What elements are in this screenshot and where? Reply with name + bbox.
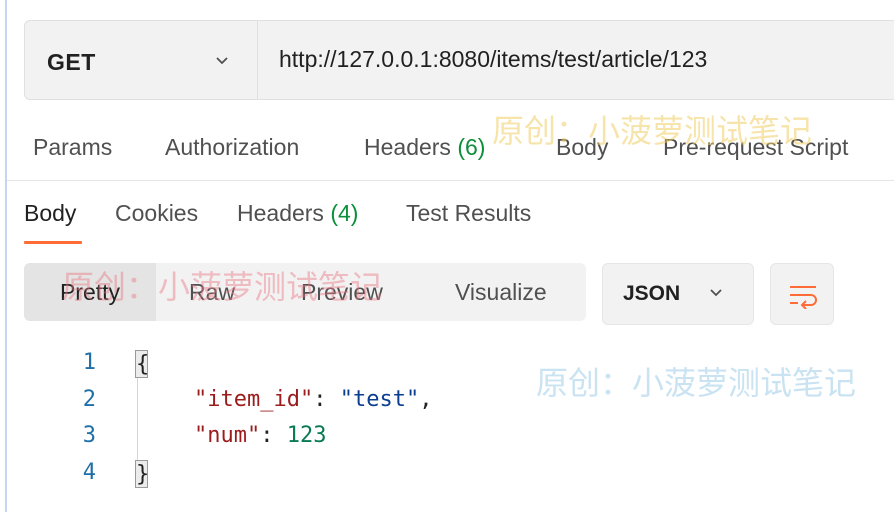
indent-guide — [137, 375, 138, 465]
chevron-down-icon — [216, 57, 228, 65]
divider — [7, 180, 894, 181]
response-tab-body[interactable]: Body — [24, 200, 76, 227]
url-input[interactable]: http://127.0.0.1:8080/items/test/article… — [279, 46, 707, 73]
tab-headers-label: Headers — [364, 134, 451, 160]
json-key: "item_id" — [194, 387, 314, 412]
wrap-lines-icon — [790, 286, 817, 309]
json-separator: : — [260, 423, 287, 448]
json-separator: : — [313, 387, 340, 412]
tab-authorization[interactable]: Authorization — [165, 134, 299, 161]
json-key: "num" — [194, 423, 261, 448]
tab-body[interactable]: Body — [556, 134, 608, 161]
json-number-value: 123 — [286, 423, 327, 448]
left-edge-line — [5, 0, 7, 512]
view-preview-button[interactable]: Preview — [301, 263, 383, 321]
response-headers-count-badge: (4) — [330, 200, 359, 226]
chevron-down-icon — [710, 289, 722, 297]
method-select[interactable]: GET — [25, 21, 258, 99]
tab-headers[interactable]: Headers (6) — [364, 134, 485, 161]
response-tab-headers[interactable]: Headers (4) — [237, 200, 358, 227]
code-line-item-id: "item_id": "test", — [194, 387, 432, 412]
open-brace: { — [135, 350, 150, 378]
active-tab-indicator — [24, 241, 82, 244]
response-tab-headers-label: Headers — [237, 200, 324, 226]
response-tab-test-results[interactable]: Test Results — [406, 200, 531, 227]
line-number: 2 — [82, 387, 96, 412]
format-label: JSON — [623, 282, 681, 305]
json-comma: , — [419, 387, 433, 412]
format-select[interactable]: JSON — [602, 263, 754, 325]
view-pretty-button[interactable]: Pretty — [24, 263, 156, 321]
view-mode-group: Pretty Raw Preview Visualize — [24, 263, 586, 321]
tab-pre-request-script[interactable]: Pre-request Script — [663, 134, 848, 161]
wrap-lines-button[interactable] — [770, 263, 834, 325]
json-string-value: "test" — [339, 387, 420, 412]
watermark: 原创：小菠萝测试笔记 — [536, 364, 857, 402]
close-brace: } — [135, 460, 150, 488]
line-number: 3 — [82, 423, 96, 448]
tab-params[interactable]: Params — [33, 134, 112, 161]
method-label: GET — [47, 49, 96, 75]
response-tab-cookies[interactable]: Cookies — [115, 200, 198, 227]
request-url-bar: GET http://127.0.0.1:8080/items/test/art… — [24, 20, 894, 100]
line-number: 4 — [82, 460, 96, 485]
code-line-num: "num": 123 — [194, 423, 326, 448]
headers-count-badge: (6) — [457, 134, 486, 160]
view-raw-button[interactable]: Raw — [189, 263, 235, 321]
view-visualize-button[interactable]: Visualize — [455, 263, 547, 321]
line-number: 1 — [82, 350, 96, 375]
